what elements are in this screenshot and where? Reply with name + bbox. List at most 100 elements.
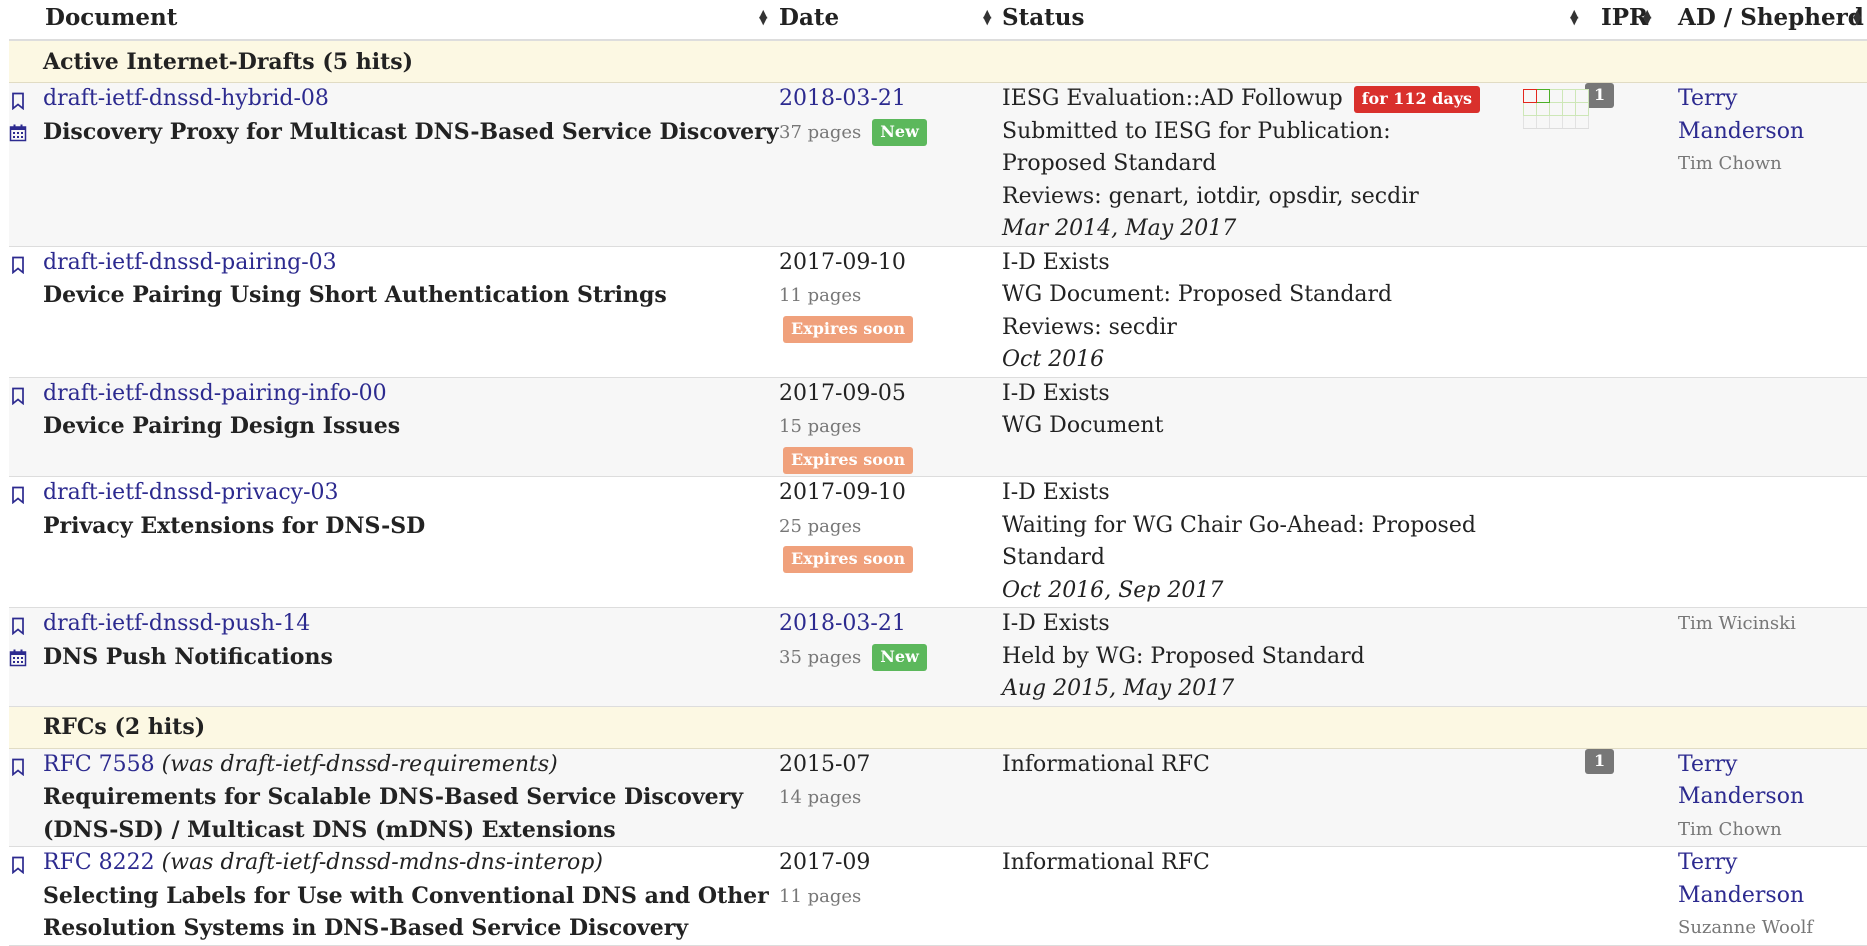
table-row: draft-ietf-dnssd-push-14 DNS Push Notifi… xyxy=(9,607,1867,707)
sort-icon[interactable]: ▲ ▼ xyxy=(983,8,991,26)
table-row: draft-ietf-dnssd-hybrid-08 Discovery Pro… xyxy=(9,82,1867,247)
page-count: 11 pages xyxy=(779,885,862,907)
document-title: Selecting Labels for Use with Convention… xyxy=(43,882,769,942)
document-link[interactable]: draft-ietf-dnssd-pairing-info-00 xyxy=(43,381,387,406)
document-link[interactable]: draft-ietf-dnssd-push-14 xyxy=(43,611,310,636)
ad-link[interactable]: Terry Manderson xyxy=(1678,850,1804,908)
ad-cell: Terry Manderson Suzanne Woolf xyxy=(1663,846,1867,946)
column-label: AD / Shepherd xyxy=(1678,4,1864,31)
page-count: 25 pages xyxy=(779,515,862,537)
bookmark-icon[interactable] xyxy=(9,256,27,274)
column-header-ad-shepherd[interactable]: AD / Shepherd ▲ ▼ xyxy=(1663,0,1867,41)
table-row: RFC 7558 (was draft-ietf-dnssd-requireme… xyxy=(9,748,1867,847)
ballot-grid[interactable] xyxy=(1523,89,1589,129)
documents-table: Document ▲ ▼ Date ▲ ▼ Status ▲ ▼ IPR ▲ ▼ AD … xyxy=(9,0,1867,946)
ad-link[interactable]: Terry Manderson xyxy=(1678,752,1804,810)
ad-link[interactable]: Terry Manderson xyxy=(1678,86,1804,144)
document-cell: draft-ietf-dnssd-hybrid-08 Discovery Pro… xyxy=(9,82,779,247)
ipr-badge[interactable]: 1 xyxy=(1585,83,1615,108)
ipr-cell xyxy=(1585,476,1663,608)
date-cell: 2018-03-21 35 pages New xyxy=(779,607,1002,707)
reviews-text: Reviews: genart, iotdir, opsdir, secdir xyxy=(1002,183,1419,209)
date-cell: 2015-07 14 pages xyxy=(779,748,1002,847)
days-badge: for 112 days xyxy=(1353,86,1481,113)
sort-icon[interactable]: ▲ ▼ xyxy=(759,8,767,26)
shepherd-name: Tim Chown xyxy=(1678,818,1782,840)
ad-cell xyxy=(1663,476,1867,608)
replaces-text: (was draft-ietf-dnssd-requirements) xyxy=(161,751,558,777)
bookmark-icon[interactable] xyxy=(9,92,27,110)
date-text: 2015-07 xyxy=(779,751,871,777)
document-link[interactable]: draft-ietf-dnssd-hybrid-08 xyxy=(43,86,329,111)
status-intended: Submitted to IESG for Publication: Propo… xyxy=(1002,118,1391,177)
date-cell: 2018-03-21 37 pages New xyxy=(779,82,1002,247)
calendar-icon[interactable] xyxy=(9,124,27,142)
status-text: I-D Exists xyxy=(1002,480,1110,505)
shepherd-name: Tim Chown xyxy=(1678,153,1782,174)
table-row: draft-ietf-dnssd-pairing-03 Device Pairi… xyxy=(9,246,1867,378)
page-count: 35 pages xyxy=(779,646,862,668)
column-header-document[interactable]: Document ▲ ▼ xyxy=(9,0,779,41)
document-cell: draft-ietf-dnssd-pairing-03 Device Pairi… xyxy=(9,246,779,378)
document-cell: draft-ietf-dnssd-push-14 DNS Push Notifi… xyxy=(9,607,779,707)
date-text: 2017-09-05 xyxy=(779,380,906,406)
group-title: RFCs (2 hits) xyxy=(9,705,1867,749)
sort-icon[interactable]: ▲ ▼ xyxy=(1643,8,1651,26)
status-cell: IESG Evaluation::AD Followup for 112 day… xyxy=(1002,82,1589,247)
document-link[interactable]: RFC 8222 xyxy=(43,850,155,875)
page-count: 11 pages xyxy=(779,285,862,306)
expires-badge: Expires soon xyxy=(783,315,914,343)
status-cell: I-D Exists WG Document xyxy=(1002,377,1585,477)
document-cell: draft-ietf-dnssd-privacy-03 Privacy Exte… xyxy=(9,476,779,608)
status-text: IESG Evaluation::AD Followup xyxy=(1002,86,1343,111)
bookmark-icon[interactable] xyxy=(9,856,27,874)
document-title: Discovery Proxy for Multicast DNS-Based … xyxy=(43,118,779,145)
sort-icon[interactable]: ▲ ▼ xyxy=(1570,8,1578,26)
status-text: Informational RFC xyxy=(1002,850,1210,875)
status-cell: Informational RFC xyxy=(1002,748,1585,847)
bookmark-icon[interactable] xyxy=(9,387,27,405)
history-date: Mar 2014 xyxy=(1002,216,1112,241)
sort-icon[interactable]: ▲ ▼ xyxy=(1853,8,1861,26)
history-dates: Mar 2014, May 2017 xyxy=(1002,216,1237,241)
document-link[interactable]: RFC 7558 xyxy=(43,752,155,777)
history-date: Sep 2017 xyxy=(1118,577,1224,603)
document-link[interactable]: draft-ietf-dnssd-pairing-03 xyxy=(43,250,337,275)
expires-badge: Expires soon xyxy=(783,446,914,474)
ipr-cell xyxy=(1585,377,1663,477)
bookmark-icon[interactable] xyxy=(9,758,27,776)
date-cell: 2017-09-10 11 pages Expires soon xyxy=(779,246,1002,378)
calendar-icon[interactable] xyxy=(9,649,27,667)
column-header-status[interactable]: Status ▲ ▼ xyxy=(1002,0,1585,41)
table-row: draft-ietf-dnssd-pairing-info-00 Device … xyxy=(9,377,1867,477)
status-text: I-D Exists xyxy=(1002,611,1110,636)
ad-cell xyxy=(1663,377,1867,477)
page-count: 14 pages xyxy=(779,787,862,808)
group-header: RFCs (2 hits) xyxy=(9,705,1867,749)
reviews-text: Reviews: secdir xyxy=(1002,314,1177,340)
date-link[interactable]: 2018-03-21 xyxy=(779,611,906,636)
document-link[interactable]: draft-ietf-dnssd-privacy-03 xyxy=(43,480,339,505)
column-header-date[interactable]: Date ▲ ▼ xyxy=(779,0,1002,41)
ad-cell: Terry Manderson Tim Chown xyxy=(1663,82,1867,247)
bookmark-icon[interactable] xyxy=(9,617,27,635)
date-link[interactable]: 2018-03-21 xyxy=(779,86,906,111)
column-header-ipr[interactable]: IPR ▲ ▼ xyxy=(1585,0,1663,41)
shepherd-name: Suzanne Woolf xyxy=(1678,917,1814,938)
history-date: Aug 2015 xyxy=(1002,676,1110,701)
document-title: Device Pairing Using Short Authenticatio… xyxy=(43,282,667,308)
status-cell: I-D Exists WG Document: Proposed Standar… xyxy=(1002,246,1585,378)
ipr-cell: 1 xyxy=(1585,748,1663,847)
ipr-badge[interactable]: 1 xyxy=(1585,748,1615,774)
history-date: Oct 2016 xyxy=(1002,577,1105,603)
bookmark-icon[interactable] xyxy=(9,486,27,504)
table-row: draft-ietf-dnssd-privacy-03 Privacy Exte… xyxy=(9,476,1867,608)
status-cell: I-D Exists Held by WG: Proposed Standard… xyxy=(1002,607,1585,707)
status-intended: WG Document xyxy=(1002,413,1164,438)
document-title: Privacy Extensions for DNS-SD xyxy=(43,512,426,539)
table-row: RFC 8222 (was draft-ietf-dnssd-mdns-dns-… xyxy=(9,846,1867,946)
expires-badge: Expires soon xyxy=(783,546,914,573)
column-label: Date xyxy=(779,4,840,31)
group-header: Active Internet-Drafts (5 hits) xyxy=(9,39,1867,83)
header-row: Document ▲ ▼ Date ▲ ▼ Status ▲ ▼ IPR ▲ ▼ AD … xyxy=(9,0,1867,41)
